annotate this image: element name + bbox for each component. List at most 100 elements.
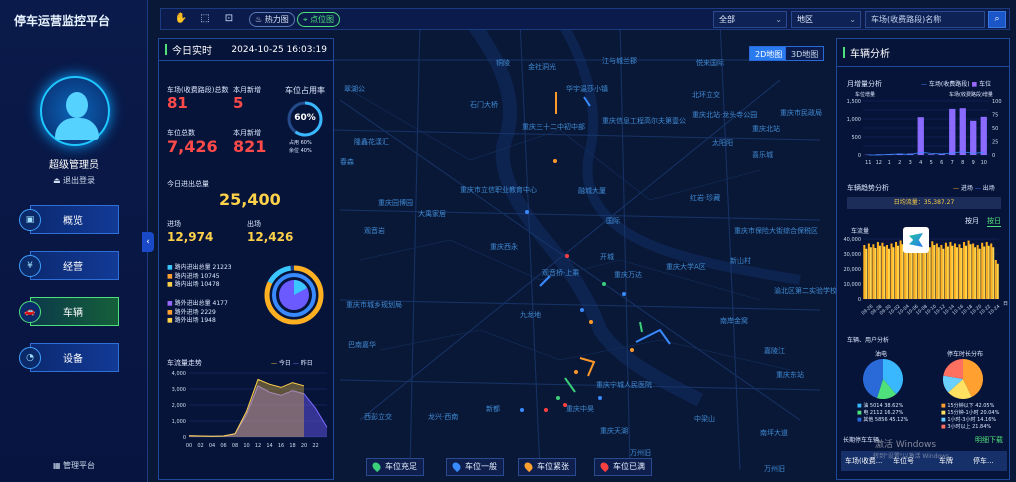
legend-filled-button[interactable]: 车位已满 [594, 458, 652, 476]
map-3d-button[interactable]: 3D地图 [785, 46, 825, 61]
off-inout-legend: ■ 路外进出总量 4177 [167, 300, 228, 307]
vehicle-panel: 车辆分析 月增量分析 — 车场(收费路段) ■ 车位 车位增量 车场(收费路段)… [836, 38, 1010, 480]
search-placeholder: 车场(收费路段)名称 [871, 15, 942, 24]
collapse-sidebar-button[interactable]: ‹ [142, 232, 154, 252]
flow-ylabel: 车流量 [851, 228, 870, 235]
road-inout-legend: ■ 路内进出总量 21223 [167, 264, 232, 271]
in-bar [944, 242, 947, 299]
app-logo-icon[interactable] [903, 227, 929, 253]
in-label: 进场 [167, 220, 181, 228]
user-analysis-label: 车辆、用户分析 [847, 337, 890, 344]
heatmap-label: 热力图 [264, 15, 289, 24]
in-bar [890, 243, 893, 299]
tick-label: 8 [961, 160, 964, 166]
tick-label: 4 [919, 160, 922, 166]
hand-icon[interactable]: ✋ [173, 12, 189, 26]
parking-map-toggle[interactable]: ⌖ 点位图 [297, 12, 341, 27]
coin-icon: ¥ [19, 254, 41, 277]
out-bar [919, 245, 922, 299]
monitor-icon: ▣ [19, 208, 41, 231]
legend-full-button[interactable]: 车位充足 [366, 458, 424, 476]
region-select[interactable]: 地区 ⌄ [791, 11, 861, 28]
new-lot-value: 5 [233, 94, 244, 112]
sidebar: 停车运营监控平台 超级管理员 ⏏ 退出登录 ▣ 概览 ¥ 经营 🚗 车辆 ◔ 设备 ▦ … [0, 0, 148, 482]
tick-label: 02 [197, 443, 203, 449]
today-panel: 今日实时 2024-10-25 16:03:19 车场(收费路段)总数 本月新增 … [158, 38, 334, 480]
out-bar [915, 246, 918, 299]
chevron-down-icon: ⌄ [775, 15, 782, 24]
off-inout-text: 路外进出总量 4177 [174, 300, 228, 307]
out-bar [883, 246, 886, 299]
legend-tight-label: 车位紧张 [537, 462, 569, 471]
tick-label: 6 [940, 160, 943, 166]
legend-filled-label: 车位已满 [613, 462, 645, 471]
trend-legend-yesterday: 昨日 [300, 360, 313, 367]
tick-label: 18 [289, 443, 295, 449]
new-space-value: 821 [233, 137, 267, 156]
out-bar [928, 247, 931, 299]
nav-devices[interactable]: ◔ 设备 [19, 343, 119, 372]
by-month-tab[interactable]: 按月 [965, 216, 979, 226]
tick-label: 2 [898, 160, 901, 166]
select-area-icon[interactable]: ⬚ [197, 12, 213, 26]
footer-link[interactable]: ▦ 管理平台 [0, 460, 148, 471]
map-2d-button[interactable]: 2D地图 [749, 46, 789, 61]
tick-label: 12 [255, 443, 261, 449]
inout-donut [264, 265, 324, 325]
out-bar [946, 246, 949, 299]
monthly-growth-chart: 05001,0001,500025507510011 12 1 2 3 4 5 6 7 8 9 10 [847, 99, 1002, 166]
zoom-box-icon[interactable]: ⊡ [221, 12, 237, 26]
search-button[interactable]: ⌕ [988, 11, 1006, 28]
flow-label: 车辆趋势分析 [847, 184, 889, 192]
search-input[interactable]: 车场(收费路段)名称 [865, 11, 985, 28]
flow-legend-in: 进场 [960, 185, 973, 192]
monthly-legend-space: 车位 [979, 81, 992, 88]
legend-tight-button[interactable]: 车位紧张 [518, 458, 576, 476]
nav-vehicles[interactable]: 🚗 车辆 [19, 297, 119, 326]
tick-label: 20,000 [844, 267, 862, 273]
heatmap-toggle[interactable]: ♨ 热力图 [249, 12, 295, 27]
tick-label: 04 [209, 443, 215, 449]
trend-label: 车流量走势 [167, 359, 202, 367]
search-icon: ⌕ [994, 14, 1000, 24]
off-out-legend: ■ 路外出场 1948 [167, 317, 216, 324]
out-bar [992, 247, 995, 299]
all-select[interactable]: 全部 ⌄ [713, 11, 787, 28]
legend-full-label: 车位充足 [385, 462, 417, 471]
out-bar [996, 263, 999, 299]
tick-label: 14 [266, 443, 272, 449]
tick-label: 0 [858, 153, 861, 159]
tick-label: 1,000 [847, 117, 861, 123]
nav-operations-label: 经营 [63, 262, 83, 273]
in-bar [981, 242, 984, 299]
lot-line [868, 151, 984, 156]
legend-normal-button[interactable]: 车位一般 [446, 458, 504, 476]
chevron-down-icon: ⌄ [849, 15, 856, 24]
nav-operations[interactable]: ¥ 经营 [19, 251, 119, 280]
pin-icon [598, 460, 611, 473]
footer-label: 管理平台 [63, 461, 96, 470]
out-bar [955, 247, 958, 299]
nav-overview[interactable]: ▣ 概览 [19, 205, 119, 234]
space-bar [970, 120, 977, 155]
out-bar [892, 247, 895, 299]
pie-legend-item: ■ 3小时以上 21.84% [941, 424, 992, 430]
download-link[interactable]: 明细下载 [975, 435, 1003, 445]
in-bar [949, 242, 952, 299]
tick-label: 500 [851, 135, 861, 141]
flow-legend-out: 出场 [982, 185, 995, 192]
nav-devices-label: 设备 [63, 354, 83, 365]
in-total: 12,974 [167, 230, 214, 244]
out-bar [942, 248, 945, 299]
out-bar [865, 248, 868, 299]
tick-label: 22 [312, 443, 318, 449]
by-day-tab[interactable]: 按日 [987, 216, 1001, 227]
out-bar [901, 244, 904, 299]
tick-label: 08 [232, 443, 238, 449]
tick-label: 3 [909, 160, 912, 166]
out-bar [933, 245, 936, 299]
tick-label: 1,500 [847, 99, 861, 105]
in-bar [990, 243, 993, 299]
today-datetime: 2024-10-25 16:03:19 [231, 44, 327, 55]
logout-link[interactable]: ⏏ 退出登录 [0, 175, 148, 186]
